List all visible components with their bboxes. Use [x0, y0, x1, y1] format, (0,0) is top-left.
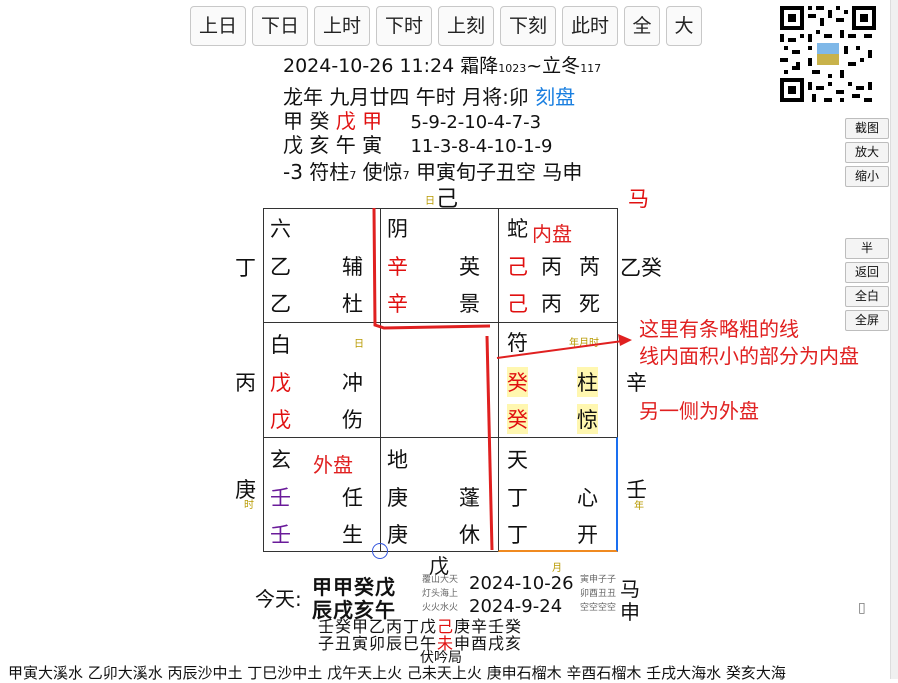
note-inner-area: 线内面积小的部分为内盘 [639, 344, 859, 368]
note-outer-side: 另一侧为外盘 [639, 399, 759, 423]
kong-small-3: 空空空空 [580, 603, 617, 613]
nayin-small-1: 覆山大天 [422, 575, 459, 585]
kong-small-1: 寅申子子 [580, 575, 617, 585]
branches-cycle-b: 申酉戌亥 [454, 634, 523, 653]
nayin-row: 甲寅大溪水 乙卯大溪水 丙辰沙中土 丁巳沙中土 戊午天上火 己未天上火 庚申石榴… [8, 664, 786, 682]
horse-branch: 申 [620, 600, 640, 624]
inner-label: 内盘 [532, 222, 572, 246]
small-box-icon[interactable]: ▯ [858, 600, 866, 616]
outer-label: 外盘 [313, 453, 353, 477]
nayin-small-2: 灯头海上 [422, 589, 459, 599]
kong-small-2: 卯酉丑丑 [580, 589, 617, 599]
today-label: 今天: [255, 587, 302, 611]
solar-date: 2024-10-26 [469, 573, 574, 594]
note-thick-line: 这里有条略粗的线 [639, 317, 799, 341]
